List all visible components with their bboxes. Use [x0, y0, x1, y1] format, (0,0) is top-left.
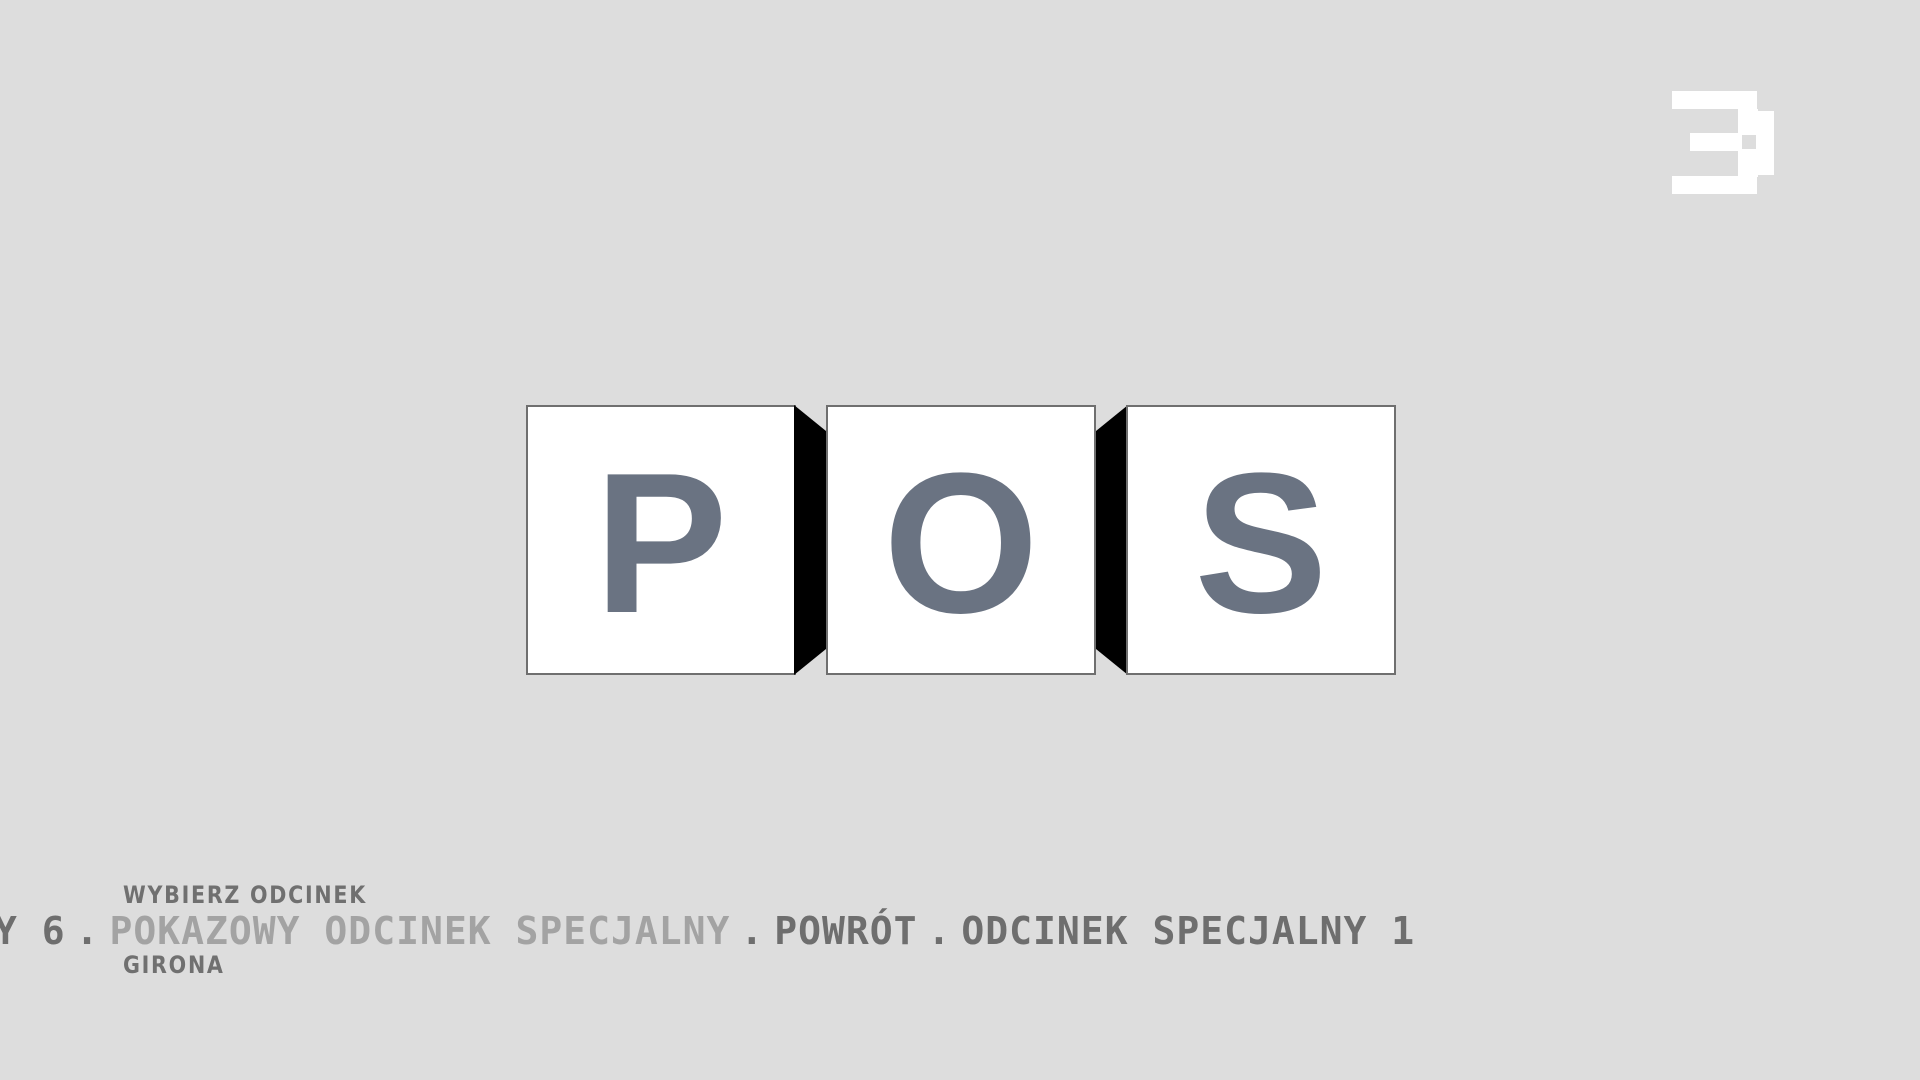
tile-letter-s: S [1126, 405, 1396, 675]
episode-ticker-row: Y 6. POKAZOWY ODCINEK SPECJALNY. POWRÓT. OD… [0, 906, 1415, 956]
menu-separator: . [740, 909, 765, 953]
tile-hinge [1096, 405, 1128, 675]
tile-hinge [794, 405, 826, 675]
menu-item-stage-1[interactable]: ODCINEK SPECJALNY 1 [961, 909, 1415, 953]
menu-separator: . [75, 909, 100, 953]
tile-letter: P [594, 432, 728, 655]
menu-item-back[interactable]: POWRÓT [774, 909, 917, 953]
menu-separator: . [927, 909, 952, 953]
location-label: GIRONA [123, 951, 225, 979]
pixel-e-logo-icon [1672, 91, 1774, 194]
title-tiles: P O S [526, 405, 1396, 675]
episode-selector[interactable]: Y 6. POKAZOWY ODCINEK SPECJALNY. POWRÓT. OD… [0, 906, 1920, 956]
tile-letter: S [1194, 432, 1328, 655]
menu-item-previous[interactable]: Y 6 [0, 909, 66, 953]
tile-letter-p: P [526, 405, 796, 675]
menu-item-showcase-stage[interactable]: POKAZOWY ODCINEK SPECJALNY [110, 909, 731, 953]
section-label: WYBIERZ ODCINEK [123, 881, 367, 909]
tile-letter-o: O [826, 405, 1096, 675]
tile-letter: O [883, 432, 1039, 655]
